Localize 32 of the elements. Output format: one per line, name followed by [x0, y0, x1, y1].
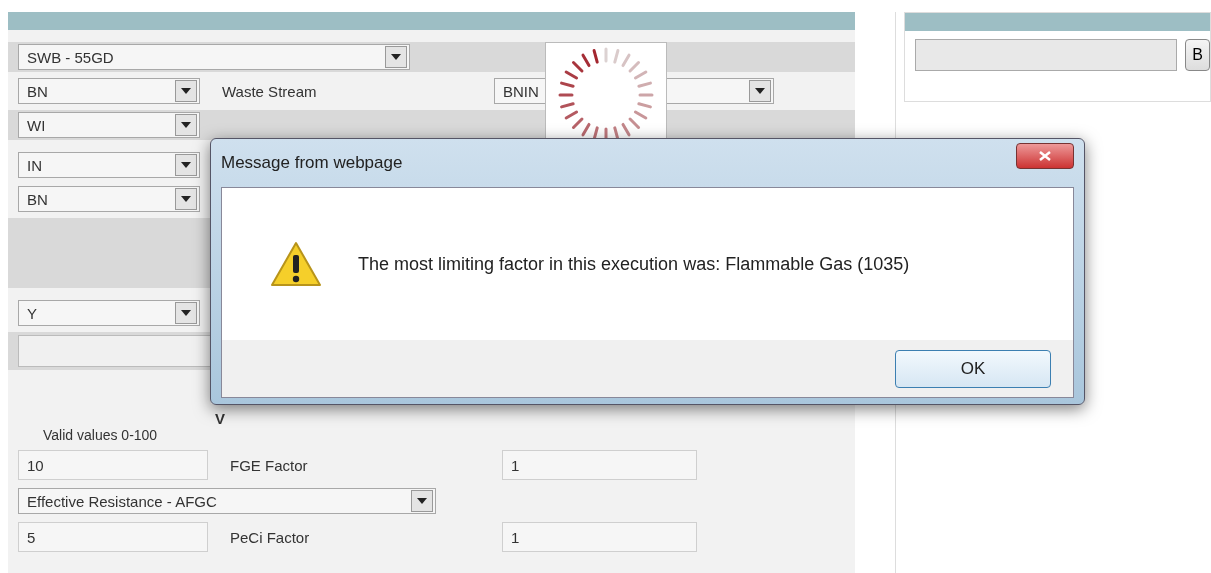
caret-icon	[175, 80, 197, 102]
input-field[interactable]: 10	[18, 450, 208, 480]
dropdown[interactable]: Effective Resistance - AFGC	[18, 488, 436, 514]
dropdown[interactable]: BN	[18, 186, 200, 212]
close-button[interactable]	[1016, 143, 1074, 169]
ok-button[interactable]: OK	[895, 349, 1051, 388]
caret-icon	[175, 188, 197, 210]
input-field[interactable]: 1	[502, 522, 697, 552]
field-label: FGE Factor	[230, 456, 309, 474]
dropdown[interactable]: WI	[18, 112, 200, 138]
dropdown[interactable]: Y	[18, 300, 200, 326]
dropdown[interactable]: SWB - 55GD	[18, 44, 410, 70]
caret-icon	[175, 302, 197, 324]
dialog-message: The most limiting factor in this execution was: Flammable Gas (1035)	[358, 253, 910, 275]
caret-icon	[411, 490, 433, 512]
caret-icon	[385, 46, 407, 68]
file-field[interactable]	[915, 39, 1178, 71]
section-title: V	[214, 410, 225, 427]
field-label: Waste Stream	[222, 82, 318, 100]
close-icon	[1039, 151, 1051, 161]
warning-icon	[270, 241, 322, 287]
input-field[interactable]: 1	[502, 450, 697, 480]
input-field[interactable]: 5	[18, 522, 208, 552]
caret-icon	[175, 114, 197, 136]
dropdown[interactable]: IN	[18, 152, 200, 178]
field-label: PeCi Factor	[230, 528, 311, 546]
dropdown[interactable]: BN	[18, 78, 200, 104]
dialog-title: Message from webpage	[221, 153, 403, 173]
caret-icon	[175, 154, 197, 176]
browse-button[interactable]: B	[1185, 39, 1210, 71]
caret-icon	[749, 80, 771, 102]
hint-text: Valid values 0-100	[42, 427, 159, 443]
